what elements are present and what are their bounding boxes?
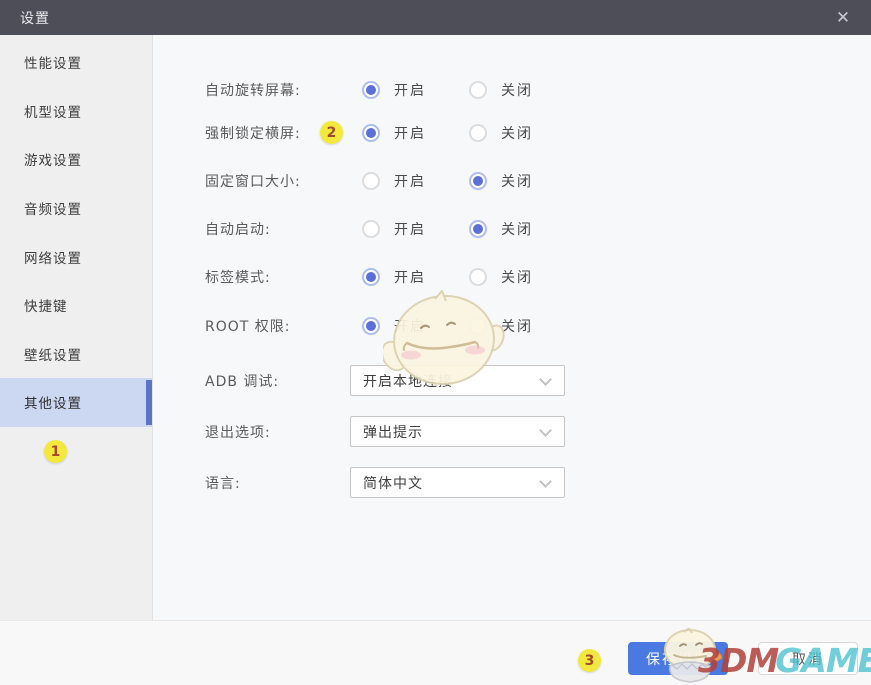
setting-label: 强制锁定横屏: bbox=[205, 123, 301, 143]
setting-label: 标签模式: bbox=[205, 267, 271, 287]
setting-row-force-landscape: 强制锁定横屏: 开启 关闭 bbox=[154, 118, 871, 148]
radio-on[interactable] bbox=[362, 317, 380, 335]
sidebar-item-label: 机型设置 bbox=[24, 101, 82, 121]
annotation-badge-3: 3 bbox=[578, 649, 601, 672]
radio-off-label[interactable]: 关闭 bbox=[501, 267, 533, 287]
radio-off[interactable] bbox=[469, 317, 487, 335]
radio-off-label[interactable]: 关闭 bbox=[501, 219, 533, 239]
window-title: 设置 bbox=[20, 8, 50, 28]
radio-on[interactable] bbox=[362, 220, 380, 238]
radio-off-label[interactable]: 关闭 bbox=[501, 123, 533, 143]
annotation-badge-1: 1 bbox=[44, 440, 67, 463]
radio-off[interactable] bbox=[469, 268, 487, 286]
setting-label: 自动旋转屏幕: bbox=[205, 80, 301, 100]
setting-label: 自动启动: bbox=[205, 219, 271, 239]
radio-on[interactable] bbox=[362, 124, 380, 142]
radio-off[interactable] bbox=[469, 124, 487, 142]
selected-indicator-bar bbox=[146, 380, 152, 425]
radio-off[interactable] bbox=[469, 220, 487, 238]
radio-off-label[interactable]: 关闭 bbox=[501, 316, 533, 336]
sidebar-item-label: 游戏设置 bbox=[24, 149, 82, 169]
setting-row-adb-debug: ADB 调试: 开启本地连接 bbox=[154, 365, 871, 396]
titlebar: 设置 ✕ bbox=[0, 0, 871, 35]
setting-label: ROOT 权限: bbox=[205, 316, 291, 336]
radio-on[interactable] bbox=[362, 268, 380, 286]
radio-off-label[interactable]: 关闭 bbox=[501, 171, 533, 191]
radio-on-label[interactable]: 开启 bbox=[394, 316, 426, 336]
radio-off[interactable] bbox=[469, 172, 487, 190]
settings-sidebar: 性能设置 机型设置 游戏设置 音频设置 网络设置 快捷键 壁纸设置 其他设置 bbox=[0, 35, 153, 620]
sidebar-item-other-settings[interactable]: 其他设置 bbox=[0, 378, 152, 427]
sidebar-item-label: 壁纸设置 bbox=[24, 344, 82, 364]
setting-label: ADB 调试: bbox=[205, 371, 279, 391]
cancel-button[interactable]: 取消 bbox=[758, 642, 858, 675]
radio-on-label[interactable]: 开启 bbox=[394, 219, 426, 239]
sidebar-item-audio[interactable]: 音频设置 bbox=[0, 184, 152, 233]
setting-row-tab-mode: 标签模式: 开启 关闭 bbox=[154, 262, 871, 292]
radio-on-label[interactable]: 开启 bbox=[394, 267, 426, 287]
chevron-down-icon bbox=[539, 424, 552, 437]
sidebar-item-label: 快捷键 bbox=[24, 295, 68, 315]
radio-on-label[interactable]: 开启 bbox=[394, 80, 426, 100]
sidebar-item-network[interactable]: 网络设置 bbox=[0, 232, 152, 281]
sidebar-item-label: 音频设置 bbox=[24, 198, 82, 218]
save-button[interactable]: 保存设置 bbox=[628, 642, 728, 675]
language-select[interactable]: 简体中文 bbox=[350, 467, 565, 498]
selected-value: 弹出提示 bbox=[363, 422, 423, 442]
setting-row-auto-start: 自动启动: 开启 关闭 bbox=[154, 214, 871, 244]
exit-option-select[interactable]: 弹出提示 bbox=[350, 416, 565, 447]
setting-row-root-permission: ROOT 权限: 开启 关闭 bbox=[154, 311, 871, 341]
sidebar-item-performance[interactable]: 性能设置 bbox=[0, 38, 152, 87]
sidebar-item-hotkeys[interactable]: 快捷键 bbox=[0, 281, 152, 330]
setting-row-fixed-window-size: 固定窗口大小: 开启 关闭 bbox=[154, 166, 871, 196]
chevron-down-icon bbox=[539, 475, 552, 488]
sidebar-item-label: 其他设置 bbox=[24, 392, 82, 412]
selected-value: 简体中文 bbox=[363, 473, 423, 493]
setting-label: 固定窗口大小: bbox=[205, 171, 301, 191]
setting-label: 语言: bbox=[205, 473, 241, 493]
annotation-badge-2: 2 bbox=[320, 121, 343, 144]
sidebar-item-device-model[interactable]: 机型设置 bbox=[0, 87, 152, 136]
settings-panel: 自动旋转屏幕: 开启 关闭 强制锁定横屏: 开启 关闭 2 固定窗口大小: 开启… bbox=[154, 35, 871, 620]
radio-on-label[interactable]: 开启 bbox=[394, 171, 426, 191]
close-icon[interactable]: ✕ bbox=[823, 0, 863, 35]
sidebar-item-label: 性能设置 bbox=[24, 52, 82, 72]
radio-on[interactable] bbox=[362, 172, 380, 190]
dialog-footer: 3 保存设置 取消 bbox=[0, 620, 871, 685]
sidebar-item-wallpaper[interactable]: 壁纸设置 bbox=[0, 330, 152, 379]
adb-debug-select[interactable]: 开启本地连接 bbox=[350, 365, 565, 396]
selected-value: 开启本地连接 bbox=[363, 371, 453, 391]
setting-row-language: 语言: 简体中文 bbox=[154, 467, 871, 498]
radio-off[interactable] bbox=[469, 81, 487, 99]
setting-row-auto-rotate: 自动旋转屏幕: 开启 关闭 bbox=[154, 75, 871, 105]
radio-on-label[interactable]: 开启 bbox=[394, 123, 426, 143]
sidebar-item-game[interactable]: 游戏设置 bbox=[0, 135, 152, 184]
chevron-down-icon bbox=[539, 373, 552, 386]
setting-label: 退出选项: bbox=[205, 422, 271, 442]
sidebar-item-label: 网络设置 bbox=[24, 247, 82, 267]
radio-off-label[interactable]: 关闭 bbox=[501, 80, 533, 100]
setting-row-exit-option: 退出选项: 弹出提示 bbox=[154, 416, 871, 447]
radio-on[interactable] bbox=[362, 81, 380, 99]
